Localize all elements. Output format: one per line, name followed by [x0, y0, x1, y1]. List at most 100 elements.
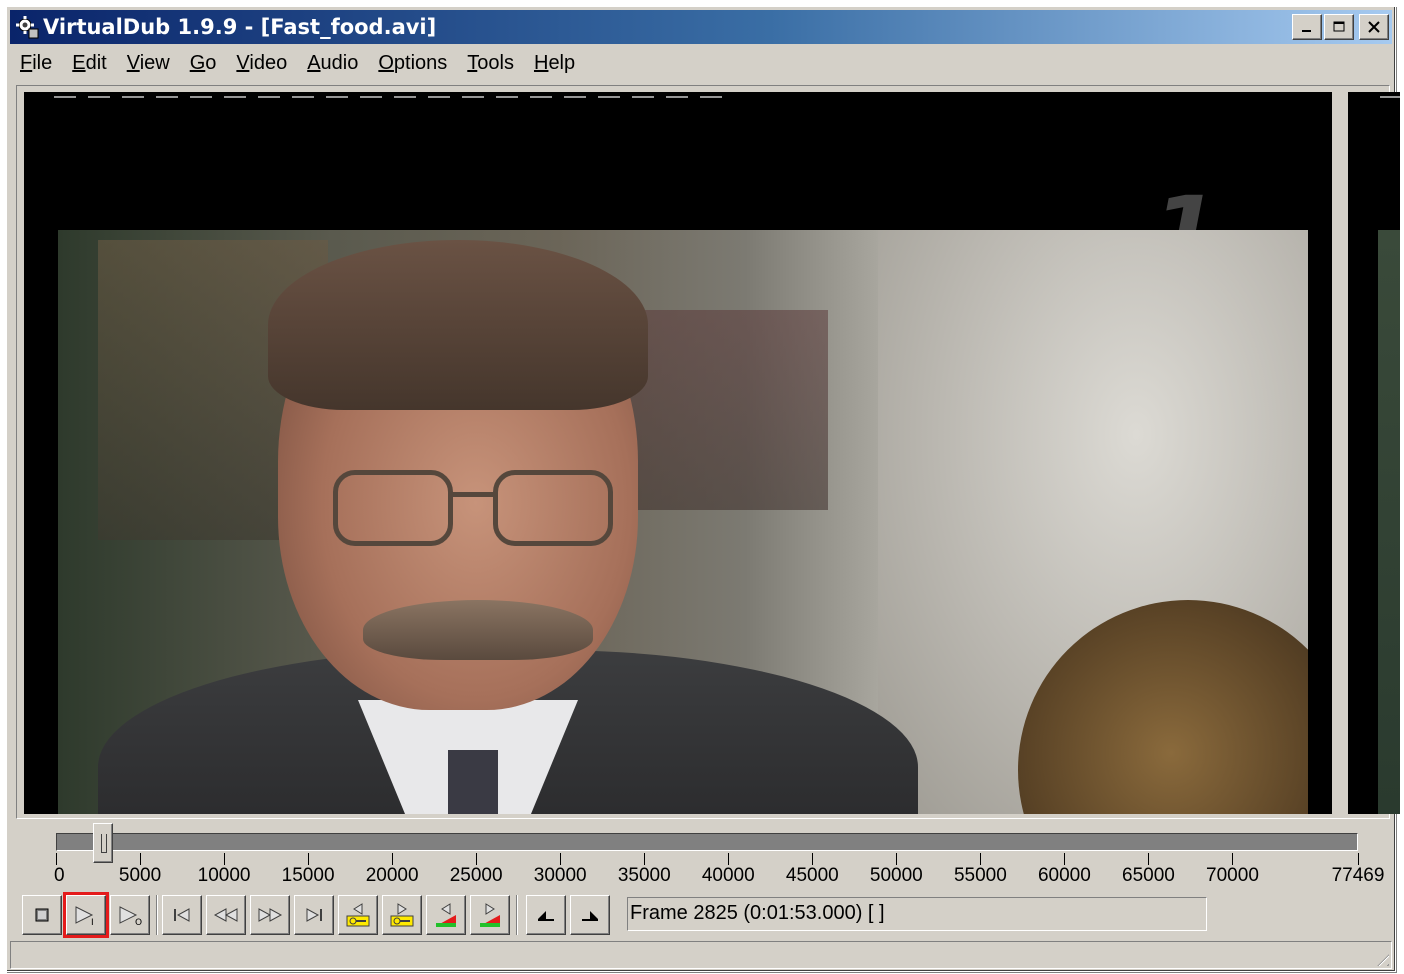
timeline-tick: [644, 853, 646, 865]
timeline-tick-label: 20000: [365, 865, 419, 886]
menu-video-mnemonic: V: [236, 51, 250, 74]
go-to-start-button[interactable]: [162, 895, 202, 935]
next-keyframe-button[interactable]: [382, 895, 422, 935]
toolbar-separator: [156, 895, 158, 935]
go-to-end-button[interactable]: [294, 895, 334, 935]
maximize-icon: [1333, 21, 1345, 32]
virtualdub-gear-icon[interactable]: [13, 13, 41, 41]
video-panes: 1: [16, 85, 1400, 819]
resize-grip-icon[interactable]: [1371, 948, 1389, 966]
timeline-tick: [1064, 853, 1066, 865]
video-frame: [58, 230, 1308, 814]
next-scene-button[interactable]: [470, 895, 510, 935]
output-frame-edge: [1378, 230, 1400, 814]
timeline-tick-label: 65000: [1122, 865, 1175, 886]
input-video-pane[interactable]: 1: [24, 92, 1332, 814]
timeline-tick-label: 5000: [118, 865, 162, 886]
timeline-tick-label: 0: [54, 865, 65, 886]
menu-edit[interactable]: Edit: [62, 52, 116, 75]
timeline-tick: [1232, 853, 1234, 865]
step-forward-button[interactable]: [250, 895, 290, 935]
timeline-tick-label: 77469: [1331, 865, 1385, 886]
timeline-tick: [728, 853, 730, 865]
menu-view-label: iew: [139, 51, 170, 74]
teletext-line: [1380, 96, 1400, 98]
teletext-line: [54, 96, 734, 98]
timeline-tick-label: 55000: [953, 865, 1007, 886]
maximize-button[interactable]: [1324, 14, 1354, 40]
stop-button[interactable]: [22, 895, 62, 935]
menu-options-label: ptions: [393, 51, 448, 74]
window-title: VirtualDub 1.9.9 - [Fast_food.avi]: [43, 15, 437, 39]
timeline-tick: [224, 853, 226, 865]
timeline-tick: [560, 853, 562, 865]
menu-bar: File Edit View Go Video Audio Options To…: [10, 47, 1392, 79]
menu-audio-label: udio: [320, 51, 359, 74]
menu-audio-mnemonic: A: [307, 51, 321, 74]
timeline-thumb[interactable]: [93, 823, 114, 863]
toolbar-separator: [516, 895, 518, 935]
prev-keyframe-button[interactable]: [338, 895, 378, 935]
person-tie: [448, 750, 498, 814]
person-mustache: [363, 600, 593, 660]
timeline: 0 5000 10000 15000 20000 25000 30000 35000 40000…: [16, 823, 1390, 886]
menu-tools[interactable]: Tools: [457, 52, 524, 75]
mark-in-button[interactable]: [526, 895, 566, 935]
menu-help-mnemonic: H: [533, 51, 549, 74]
minimize-icon: [1302, 30, 1311, 32]
close-button[interactable]: [1359, 14, 1389, 40]
prev-scene-button[interactable]: [426, 895, 466, 935]
timeline-tick: [1358, 853, 1359, 865]
close-icon: [1368, 21, 1380, 33]
timeline-tick-label: 25000: [449, 865, 503, 886]
timeline-tick: [308, 853, 310, 865]
timeline-tick: [476, 853, 478, 865]
timeline-tick-label: 45000: [785, 865, 839, 886]
menu-tools-label: ools: [477, 51, 514, 74]
timeline-tick-label: 35000: [617, 865, 671, 886]
timeline-tick: [56, 853, 57, 865]
timeline-track[interactable]: [56, 833, 1358, 851]
step-back-button[interactable]: [206, 895, 246, 935]
title-bar[interactable]: VirtualDub 1.9.9 - [Fast_food.avi]: [10, 10, 1392, 44]
menu-options[interactable]: Options: [368, 52, 457, 75]
menu-go-label: o: [205, 51, 217, 74]
stop-icon: [35, 908, 49, 922]
menu-tools-mnemonic: T: [467, 51, 478, 74]
menu-go-mnemonic: G: [189, 51, 206, 74]
go-to-start-icon: [174, 908, 190, 922]
menu-file[interactable]: File: [10, 52, 62, 75]
play-input-button[interactable]: I: [63, 892, 109, 938]
timeline-tick-label: 10000: [197, 865, 251, 886]
menu-help[interactable]: Help: [524, 52, 585, 75]
mark-out-button[interactable]: [570, 895, 610, 935]
prev-scene-icon: [436, 903, 456, 927]
timeline-tick-label: 50000: [869, 865, 923, 886]
timeline-tick: [980, 853, 982, 865]
menu-audio[interactable]: Audio: [297, 52, 368, 75]
menu-file-mnemonic: F: [20, 51, 33, 74]
playback-toolbar: I O Frame 2825 (0:01:53.000) []: [16, 892, 1390, 939]
mark-in-icon: [538, 911, 554, 921]
output-video-pane[interactable]: [1348, 92, 1400, 814]
play-output-button[interactable]: O: [110, 895, 150, 935]
step-forward-icon: [258, 908, 283, 922]
menu-video[interactable]: Video: [226, 52, 297, 75]
timeline-tick: [1148, 853, 1150, 865]
step-back-icon: [213, 908, 238, 922]
mark-out-icon: [582, 911, 598, 921]
timeline-tick: [896, 853, 898, 865]
person-glasses-bridge: [448, 492, 498, 497]
timeline-tick-label: 15000: [281, 865, 335, 886]
menu-go[interactable]: Go: [180, 52, 227, 75]
prev-keyframe-icon: [346, 903, 370, 927]
menu-view[interactable]: View: [117, 52, 180, 75]
person-glasses-right: [493, 470, 613, 546]
menu-video-label: ideo: [249, 51, 288, 74]
timeline-tick-label: 40000: [701, 865, 755, 886]
minimize-button[interactable]: [1292, 14, 1322, 40]
menu-edit-label: dit: [85, 51, 107, 74]
go-to-end-icon: [306, 908, 322, 922]
svg-text:O: O: [135, 918, 142, 926]
play-input-icon: I: [75, 906, 94, 926]
